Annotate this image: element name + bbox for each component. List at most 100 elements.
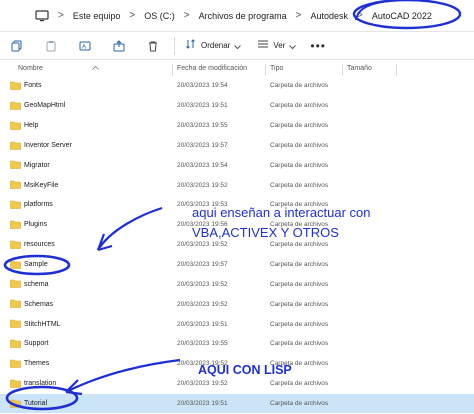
file-name: Sample — [24, 261, 48, 269]
sort-ascending-icon — [92, 65, 99, 72]
delete-icon[interactable] — [146, 39, 160, 53]
breadcrumb-autocad-2022[interactable]: AutoCAD 2022 — [372, 11, 432, 21]
folder-icon — [10, 220, 21, 229]
more-options-button[interactable]: ••• — [310, 39, 326, 53]
column-divider[interactable] — [342, 64, 343, 76]
file-date: 20/03/2023 19:54 — [177, 161, 228, 169]
column-header-type[interactable]: Tipo — [270, 65, 283, 72]
file-date: 20/03/2023 19:52 — [177, 241, 228, 249]
file-date: 20/03/2023 19:51 — [177, 399, 228, 407]
file-date: 20/03/2023 19:51 — [177, 102, 228, 110]
svg-text:A: A — [82, 44, 86, 50]
file-date: 20/03/2023 19:57 — [177, 141, 228, 149]
column-header-row: Nombre Fecha de modificación Tipo Tamaño — [0, 62, 474, 76]
column-divider[interactable] — [265, 64, 266, 76]
chevron-right-icon: > — [357, 10, 363, 21]
breadcrumb-os-c[interactable]: OS (C:) — [144, 11, 175, 21]
file-name: GeoMapHtml — [24, 102, 66, 110]
file-name: Fonts — [24, 82, 42, 90]
address-bar[interactable]: > Este equipo > OS (C:) > Archivos de pr… — [0, 0, 474, 32]
folder-icon — [10, 339, 21, 348]
file-row[interactable]: MsiKeyFile 20/03/2023 19:52 Carpeta de arc… — [0, 175, 474, 195]
breadcrumb-archivos-de-programa[interactable]: Archivos de programa — [199, 11, 287, 21]
chevron-down-icon — [289, 37, 297, 55]
file-type: Carpeta de archivos — [270, 300, 329, 308]
file-type: Carpeta de archivos — [270, 102, 329, 110]
file-name: Support — [24, 340, 49, 348]
file-row[interactable]: Inventor Server 20/03/2023 19:57 Carpeta d… — [0, 136, 474, 156]
file-row[interactable]: Help 20/03/2023 19:55 Carpeta de archivos — [0, 116, 474, 136]
folder-icon — [10, 200, 21, 209]
share-icon[interactable] — [112, 39, 126, 53]
sort-icon — [185, 37, 197, 55]
file-row[interactable]: Sample 20/03/2023 19:57 Carpeta de archivo… — [0, 255, 474, 275]
file-name: platforms — [24, 201, 53, 209]
column-header-name[interactable]: Nombre — [18, 65, 43, 72]
file-row[interactable]: Migrator 20/03/2023 19:54 Carpeta de archi… — [0, 155, 474, 175]
file-row[interactable]: StitchHTML 20/03/2023 19:51 Carpeta de arc… — [0, 314, 474, 334]
column-divider[interactable] — [172, 64, 173, 76]
file-type: Carpeta de archivos — [270, 340, 329, 348]
command-bar: A Ordenar Ver ••• — [0, 32, 474, 60]
rename-icon[interactable]: A — [78, 39, 92, 53]
chevron-right-icon: > — [129, 10, 136, 21]
paste-icon[interactable] — [44, 39, 58, 53]
column-header-date[interactable]: Fecha de modificación — [177, 65, 247, 72]
annotation-text-3: AQUI CON LISP — [198, 363, 292, 377]
folder-icon — [10, 240, 21, 249]
folder-icon — [10, 260, 21, 269]
chevron-right-icon: > — [183, 10, 190, 21]
file-name: MsiKeyFile — [24, 181, 59, 189]
annotation-text-2: VBA,ACTIVEX Y OTROS — [192, 225, 339, 240]
folder-icon — [10, 280, 21, 289]
file-row[interactable]: GeoMapHtml 20/03/2023 19:51 Carpeta de arc… — [0, 96, 474, 116]
file-name: Themes — [24, 360, 50, 368]
file-type: Carpeta de archivos — [270, 261, 329, 269]
sort-button[interactable]: Ordenar — [185, 37, 242, 55]
file-row[interactable]: schema 20/03/2023 19:52 Carpeta de archivo… — [0, 274, 474, 294]
file-name: StitchHTML — [24, 320, 61, 328]
sort-label: Ordenar — [201, 41, 231, 50]
file-name: Help — [24, 122, 39, 130]
file-date: 20/03/2023 19:52 — [177, 300, 228, 308]
file-type: Carpeta de archivos — [270, 320, 329, 328]
column-header-size[interactable]: Tamaño — [347, 65, 372, 72]
folder-icon — [10, 161, 21, 170]
file-date: 20/03/2023 19:52 — [177, 380, 228, 388]
folder-icon — [10, 359, 21, 368]
folder-icon — [10, 299, 21, 309]
file-date: 20/03/2023 19:57 — [177, 261, 228, 269]
folder-icon — [10, 101, 21, 110]
folder-icon — [10, 121, 21, 130]
view-button[interactable]: Ver — [257, 37, 297, 55]
file-type: Carpeta de archivos — [270, 280, 329, 288]
toolbar-divider — [174, 36, 175, 55]
file-name: Schemas — [24, 300, 54, 308]
file-date: 20/03/2023 19:55 — [177, 122, 228, 130]
file-row[interactable]: Tutorial 20/03/2023 19:51 Carpeta de archi… — [0, 393, 474, 414]
chevron-down-icon — [234, 37, 242, 55]
breadcrumb-autodesk[interactable]: Autodesk — [310, 11, 348, 21]
file-date: 20/03/2023 19:52 — [177, 181, 228, 189]
file-name: Tutorial — [24, 399, 48, 407]
breadcrumb-este-equipo[interactable]: Este equipo — [73, 11, 121, 21]
file-row[interactable]: Fonts 20/03/2023 19:54 Carpeta de archivos — [0, 76, 474, 96]
chevron-right-icon: > — [295, 10, 302, 21]
folder-icon — [10, 399, 21, 408]
folder-icon — [10, 180, 21, 190]
file-type: Carpeta de archivos — [270, 82, 329, 90]
file-row[interactable]: Support 20/03/2023 19:55 Carpeta de archiv… — [0, 334, 474, 354]
file-name: translation — [24, 380, 57, 388]
column-divider[interactable] — [396, 64, 397, 76]
file-name: schema — [24, 280, 49, 288]
monitor-icon[interactable] — [35, 9, 49, 22]
file-row[interactable]: Schemas 20/03/2023 19:52 Carpeta de archiv… — [0, 294, 474, 314]
file-date: 20/03/2023 19:54 — [177, 82, 228, 90]
file-type: Carpeta de archivos — [270, 399, 329, 407]
file-type: Carpeta de archivos — [270, 380, 329, 388]
view-label: Ver — [273, 41, 286, 50]
file-date: 20/03/2023 19:52 — [177, 280, 228, 288]
copy-icon[interactable] — [10, 39, 24, 53]
file-type: Carpeta de archivos — [270, 181, 329, 189]
file-name: Inventor Server — [24, 141, 72, 149]
